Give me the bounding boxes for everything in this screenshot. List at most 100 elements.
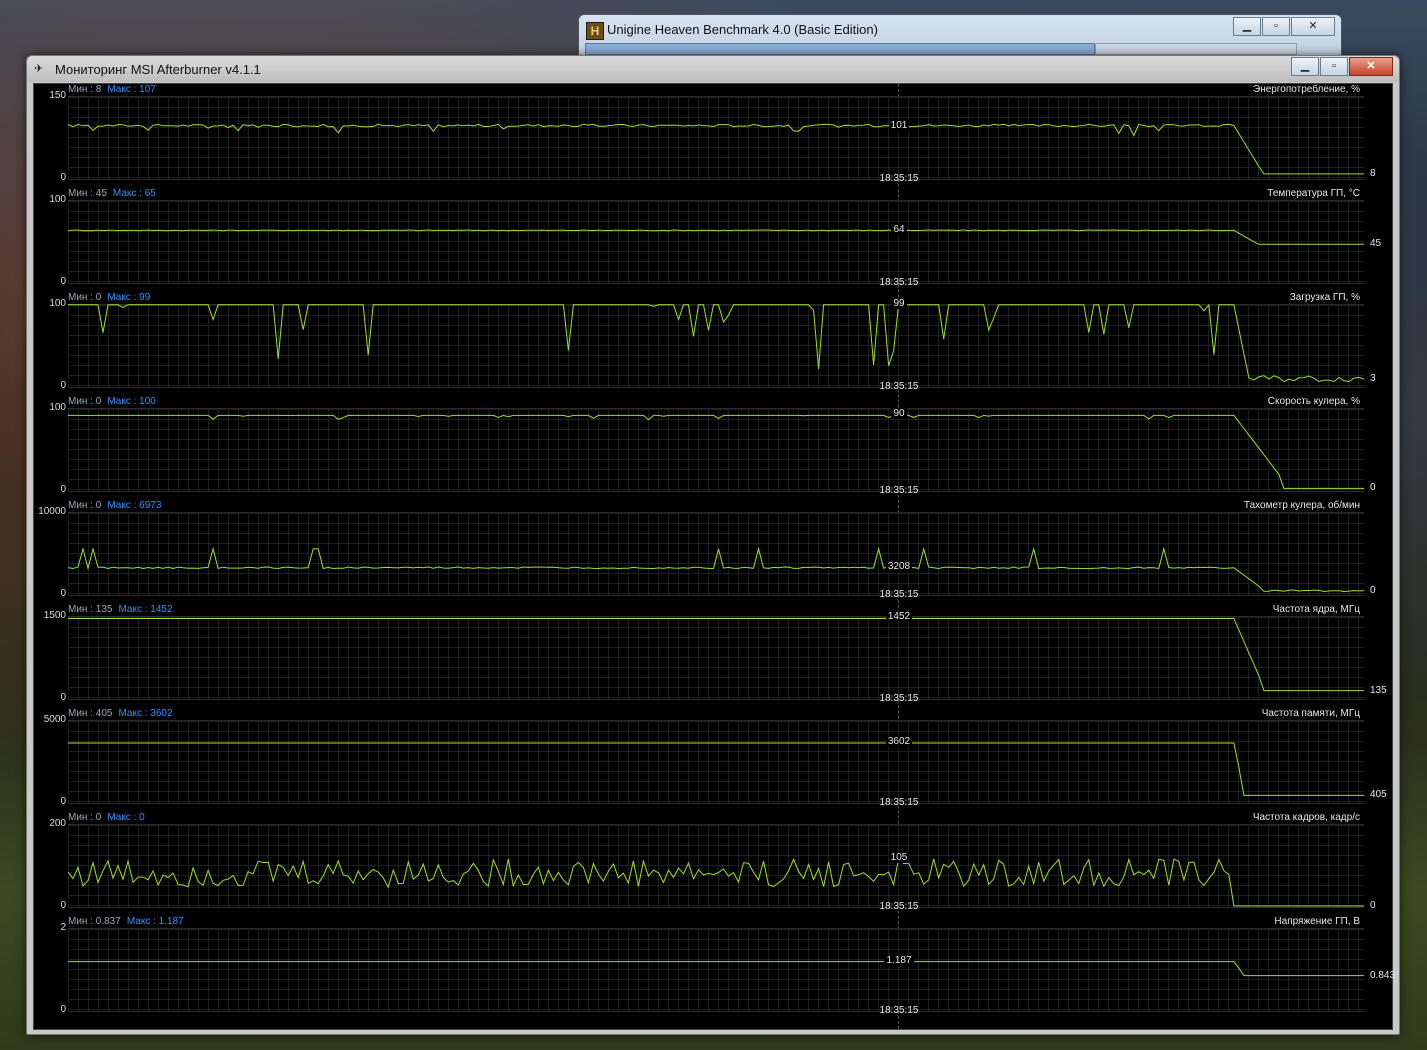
cursor-value-label: 1.187 [864,954,934,966]
max-label: Макс : 1.187 [126,916,184,927]
min-label: Мин : 0 [68,396,102,407]
current-value-label: 8 [1370,167,1376,179]
y-axis-max-label: 10000 [38,506,66,517]
cursor-value-text: 101 [888,119,910,131]
graph-panel[interactable]: 2 0 Мин : 0.837 Макс : 1.187 Напряжение ГП, … [34,916,1395,1020]
graph-title: Напряжение ГП, В [1274,916,1360,927]
afterburner-window-controls: ▁ ▫ ✕ [1290,57,1393,76]
graph-title: Энергопотребление, % [1253,84,1360,95]
cursor-value-text: 105 [888,851,910,863]
graph-trace-svg [67,546,1365,593]
max-label: Макс : 65 [112,188,156,199]
min-label: Мин : 0.837 [68,916,121,927]
max-label: Макс : 6973 [107,500,162,511]
cursor-timestamp: 18:35:15 [879,173,919,184]
graph-trace-line [68,303,1365,383]
min-max-labels: Мин : 0.837 Макс : 1.187 [68,916,184,927]
graph-panel[interactable]: 10000 0 Мин : 0 Макс : 6973 Тахометр кулера,… [34,500,1392,604]
cursor-value-label: 3602 [864,735,934,747]
graph-panel[interactable]: 5000 0 Мин : 405 Макс : 3602 Частота памяти,… [34,708,1392,812]
current-value-label: 3 [1370,373,1376,385]
min-label: Мин : 0 [68,292,102,303]
min-label: Мин : 45 [68,188,107,199]
y-axis-max-label: 100 [49,298,66,309]
cursor-value-text: 90 [891,408,907,420]
graph-panel[interactable]: 100 0 Мин : 0 Макс : 100 Скорость кулера, % 0… [34,396,1392,500]
afterburner-maximize-button[interactable]: ▫ [1320,57,1348,76]
heaven-app-icon: H [586,22,604,40]
graph-trace-svg [67,857,1364,907]
cursor-value-text: 1452 [885,611,913,623]
y-axis-max-label: 100 [49,402,66,413]
afterburner-monitoring-window[interactable]: ✈ Мониторинг MSI Afterburner v4.1.1 ▁ ▫ … [26,55,1400,1035]
cursor-value-text: 64 [891,223,907,235]
graph-trace-line [67,546,1365,593]
cursor-timestamp: 18:35:15 [879,901,919,912]
y-axis-min-label: 0 [60,900,66,911]
y-axis-min-label: 0 [60,276,66,287]
graph-panel[interactable]: 100 0 Мин : 0 Макс : 99 Загрузка ГП, % 3 99 18:… [34,292,1392,396]
y-axis-max-label: 5000 [43,714,66,725]
min-label: Мин : 405 [68,708,113,719]
cursor-value-label: 105 [864,851,934,863]
afterburner-minimize-button[interactable]: ▁ [1291,57,1319,76]
min-label: Мин : 135 [68,604,113,615]
afterburner-window-title: Мониторинг MSI Afterburner v4.1.1 [55,62,261,77]
min-max-labels: Мин : 45 Макс : 65 [68,188,156,199]
cursor-value-label: 64 [864,223,934,235]
cursor-value-label: 101 [864,119,934,131]
max-label: Макс : 0 [107,812,145,823]
graph-title: Частота памяти, МГц [1261,708,1360,719]
y-axis-max-label: 100 [49,194,66,205]
graph-trace-svg [68,742,1364,796]
cursor-value-text: 3602 [885,735,913,747]
min-max-labels: Мин : 0 Макс : 100 [68,396,156,407]
graph-title: Частота ядра, МГц [1272,604,1360,615]
heaven-window-controls: ▁ ▫ ✕ [1232,17,1335,36]
current-value-label: 405 [1370,789,1387,801]
cursor-value-label: 3208 [864,561,934,573]
cursor-timestamp: 18:35:15 [879,693,919,704]
heaven-progress-bar [585,43,1095,55]
heaven-close-button[interactable]: ✕ [1291,17,1335,36]
graph-trace-line [68,618,1364,692]
max-label: Макс : 100 [107,396,156,407]
afterburner-close-button[interactable]: ✕ [1349,57,1393,76]
cursor-timestamp: 18:35:15 [879,1005,919,1016]
min-max-labels: Мин : 0 Макс : 0 [68,812,145,823]
graph-panel[interactable]: 100 0 Мин : 45 Макс : 65 Температура ГП, °С 4… [34,188,1392,292]
heaven-minimize-button[interactable]: ▁ [1233,17,1261,36]
heaven-progress-track [1095,43,1297,55]
graph-trace-line [67,123,1364,175]
graph-title: Частота кадров, кадр/с [1252,812,1360,823]
cursor-value-text: 1.187 [884,954,914,966]
graph-panel[interactable]: 200 0 Мин : 0 Макс : 0 Частота кадров, кадр/… [34,812,1392,916]
monitoring-graph-area[interactable]: 150 0 Мин : 8 Макс : 107 Энергопотребление, … [33,83,1395,1030]
heaven-maximize-button[interactable]: ▫ [1262,17,1290,36]
cursor-value-label: 1452 [864,611,934,623]
heaven-window-title: Unigine Heaven Benchmark 4.0 (Basic Edit… [607,22,878,37]
y-axis-min-label: 0 [60,380,66,391]
graph-trace-svg [68,414,1364,489]
min-max-labels: Мин : 0 Макс : 6973 [68,500,161,511]
graph-trace-line [67,857,1364,907]
graph-title: Загрузка ГП, % [1289,292,1360,303]
min-label: Мин : 8 [68,84,102,95]
graph-title: Скорость кулера, % [1267,396,1360,407]
graph-trace-svg [68,303,1365,383]
min-max-labels: Мин : 135 Макс : 1452 [68,604,173,615]
cursor-timestamp: 18:35:15 [879,797,919,808]
graph-trace-svg [67,229,1364,245]
y-axis-min-label: 0 [60,484,66,495]
y-axis-min-label: 0 [60,172,66,183]
graph-trace-line [68,414,1364,489]
graph-panel[interactable]: 1500 0 Мин : 135 Макс : 1452 Частота ядра, М… [34,604,1392,708]
max-label: Макс : 107 [107,84,156,95]
cursor-value-label: 99 [864,297,934,309]
cursor-timestamp: 18:35:15 [879,381,919,392]
graph-panel[interactable]: 150 0 Мин : 8 Макс : 107 Энергопотребление, … [34,84,1392,188]
cursor-timestamp: 18:35:15 [879,589,919,600]
afterburner-titlebar[interactable]: ✈ Мониторинг MSI Afterburner v4.1.1 ▁ ▫ … [27,56,1399,82]
min-max-labels: Мин : 8 Макс : 107 [68,84,156,95]
cursor-value-text: 3208 [885,561,913,573]
